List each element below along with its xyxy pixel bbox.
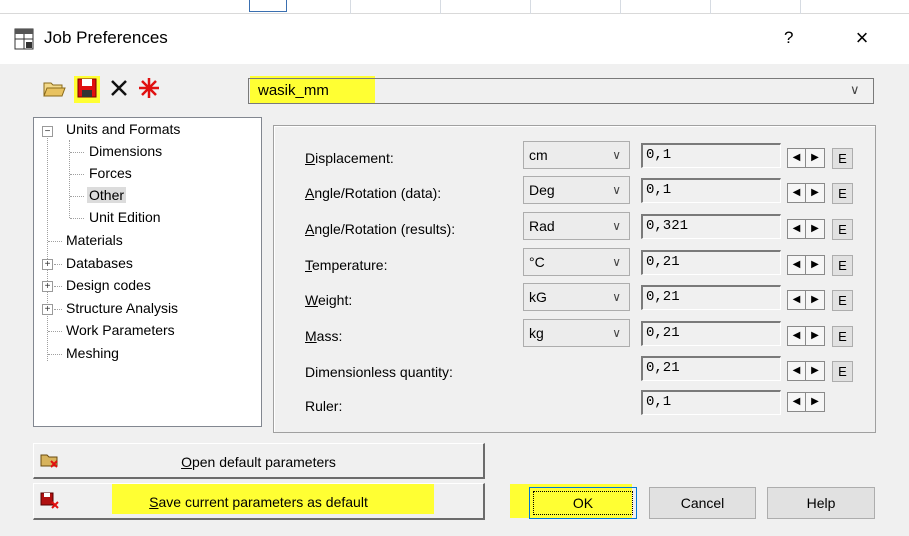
arrow-right-icon: ▶ xyxy=(811,152,819,163)
expand-databases-icon[interactable]: + xyxy=(42,259,53,270)
tree-item-databases[interactable]: Databases xyxy=(66,255,133,271)
background-selection xyxy=(249,0,287,12)
preset-value: wasik_mm xyxy=(258,82,329,99)
chevron-down-icon: ∨ xyxy=(612,255,621,269)
tree-item-structure-analysis[interactable]: Structure Analysis xyxy=(66,300,178,316)
arrow-right-icon: ▶ xyxy=(811,223,819,234)
arrow-left-icon: ◀ xyxy=(788,393,806,411)
expand-structure-analysis-icon[interactable]: + xyxy=(42,304,53,315)
tree-item-meshing[interactable]: Meshing xyxy=(66,345,119,361)
weight-label: Weight: xyxy=(305,292,353,308)
dimensionless-spinner[interactable]: ◀ ▶ xyxy=(787,361,825,381)
angle-results-unit-select[interactable]: Rad ∨ xyxy=(523,212,630,240)
displacement-e-button[interactable]: E xyxy=(832,148,853,169)
tree-item-dimensions[interactable]: Dimensions xyxy=(89,143,162,159)
displacement-precision-field[interactable]: 0,1 xyxy=(641,143,781,168)
app-icon xyxy=(14,28,34,50)
save-icon[interactable] xyxy=(75,76,99,100)
background-window-strip xyxy=(0,0,909,14)
open-folder-icon[interactable] xyxy=(42,76,66,100)
save-current-as-default-button[interactable]: Save current parameters as default xyxy=(33,483,485,520)
temperature-e-button[interactable]: E xyxy=(832,255,853,276)
arrow-right-icon: ▶ xyxy=(811,259,819,270)
dimensionless-precision-field[interactable]: 0,21 xyxy=(641,356,781,381)
preferences-tree[interactable]: − Units and Formats Dimensions Forces Ot… xyxy=(33,117,262,427)
temperature-label: Temperature: xyxy=(305,257,388,273)
collapse-units-icon[interactable]: − xyxy=(42,126,53,137)
open-default-label: Open default parameters xyxy=(181,454,336,470)
angle-data-spinner[interactable]: ◀ ▶ xyxy=(787,183,825,203)
angle-data-e-button[interactable]: E xyxy=(832,183,853,204)
chevron-down-icon: ∨ xyxy=(612,326,621,340)
expand-design-codes-icon[interactable]: + xyxy=(42,281,53,292)
mass-spinner[interactable]: ◀ ▶ xyxy=(787,326,825,346)
arrow-left-icon: ◀ xyxy=(788,149,806,167)
weight-e-button[interactable]: E xyxy=(832,290,853,311)
mass-label: Mass: xyxy=(305,328,343,344)
mass-precision-field[interactable]: 0,21 xyxy=(641,321,781,346)
chevron-down-icon: ∨ xyxy=(612,219,621,233)
tree-item-forces[interactable]: Forces xyxy=(89,165,132,181)
dimensionless-label: Dimensionless quantity: xyxy=(305,364,453,380)
tree-item-work-parameters[interactable]: Work Parameters xyxy=(66,322,175,338)
arrow-right-icon: ▶ xyxy=(811,187,819,198)
displacement-spinner[interactable]: ◀ ▶ xyxy=(787,148,825,168)
arrow-right-icon: ▶ xyxy=(811,365,819,376)
arrow-right-icon: ▶ xyxy=(811,396,819,407)
units-formats-panel xyxy=(273,125,876,433)
chevron-down-icon: ∨ xyxy=(612,290,621,304)
temperature-unit-select[interactable]: °C ∨ xyxy=(523,248,630,276)
ruler-spinner[interactable]: ◀ ▶ xyxy=(787,392,825,412)
ruler-precision-field[interactable]: 0,1 xyxy=(641,390,781,415)
help-title-button[interactable]: ? xyxy=(784,28,793,48)
tree-item-other[interactable]: Other xyxy=(87,187,127,203)
help-button[interactable]: Help xyxy=(767,487,875,519)
mass-e-button[interactable]: E xyxy=(832,326,853,347)
temperature-spinner[interactable]: ◀ ▶ xyxy=(787,255,825,275)
arrow-left-icon: ◀ xyxy=(788,184,806,202)
dimensionless-e-button[interactable]: E xyxy=(832,361,853,382)
angle-results-precision-field[interactable]: 0,321 xyxy=(641,214,781,239)
save-default-label: Save current parameters as default xyxy=(149,494,368,510)
arrow-right-icon: ▶ xyxy=(811,294,819,305)
angle-data-label: Angle/Rotation (data): xyxy=(305,185,442,201)
ok-button[interactable]: OK xyxy=(529,487,637,519)
temperature-precision-field[interactable]: 0,21 xyxy=(641,250,781,275)
mass-unit-select[interactable]: kg ∨ xyxy=(523,319,630,347)
tree-item-units-and-formats[interactable]: Units and Formats xyxy=(66,121,180,137)
arrow-left-icon: ◀ xyxy=(788,220,806,238)
ruler-label: Ruler: xyxy=(305,398,343,414)
tree-item-design-codes[interactable]: Design codes xyxy=(66,277,151,293)
angle-results-e-button[interactable]: E xyxy=(832,219,853,240)
delete-icon[interactable] xyxy=(107,76,131,100)
chevron-down-icon[interactable]: ∨ xyxy=(850,82,860,98)
cancel-button[interactable]: Cancel xyxy=(649,487,756,519)
arrow-left-icon: ◀ xyxy=(788,256,806,274)
tree-item-materials[interactable]: Materials xyxy=(66,232,123,248)
reset-icon[interactable] xyxy=(137,76,161,100)
chevron-down-icon: ∨ xyxy=(612,183,621,197)
preset-combobox[interactable] xyxy=(248,78,874,104)
window-title: Job Preferences xyxy=(44,28,168,47)
displacement-unit-select[interactable]: cm ∨ xyxy=(523,141,630,169)
chevron-down-icon: ∨ xyxy=(612,148,621,162)
arrow-left-icon: ◀ xyxy=(788,362,806,380)
close-button[interactable]: × xyxy=(850,25,874,51)
displacement-label: Displacement: xyxy=(305,150,394,166)
arrow-right-icon: ▶ xyxy=(811,330,819,341)
angle-results-label: Angle/Rotation (results): xyxy=(305,221,456,237)
arrow-left-icon: ◀ xyxy=(788,291,806,309)
angle-data-unit-select[interactable]: Deg ∨ xyxy=(523,176,630,204)
angle-data-precision-field[interactable]: 0,1 xyxy=(641,178,781,203)
arrow-left-icon: ◀ xyxy=(788,327,806,345)
angle-results-spinner[interactable]: ◀ ▶ xyxy=(787,219,825,239)
weight-unit-select[interactable]: kG ∨ xyxy=(523,283,630,311)
weight-spinner[interactable]: ◀ ▶ xyxy=(787,290,825,310)
tree-item-unit-edition[interactable]: Unit Edition xyxy=(89,209,161,225)
weight-precision-field[interactable]: 0,21 xyxy=(641,285,781,310)
open-default-parameters-button[interactable]: Open default parameters xyxy=(33,443,485,479)
